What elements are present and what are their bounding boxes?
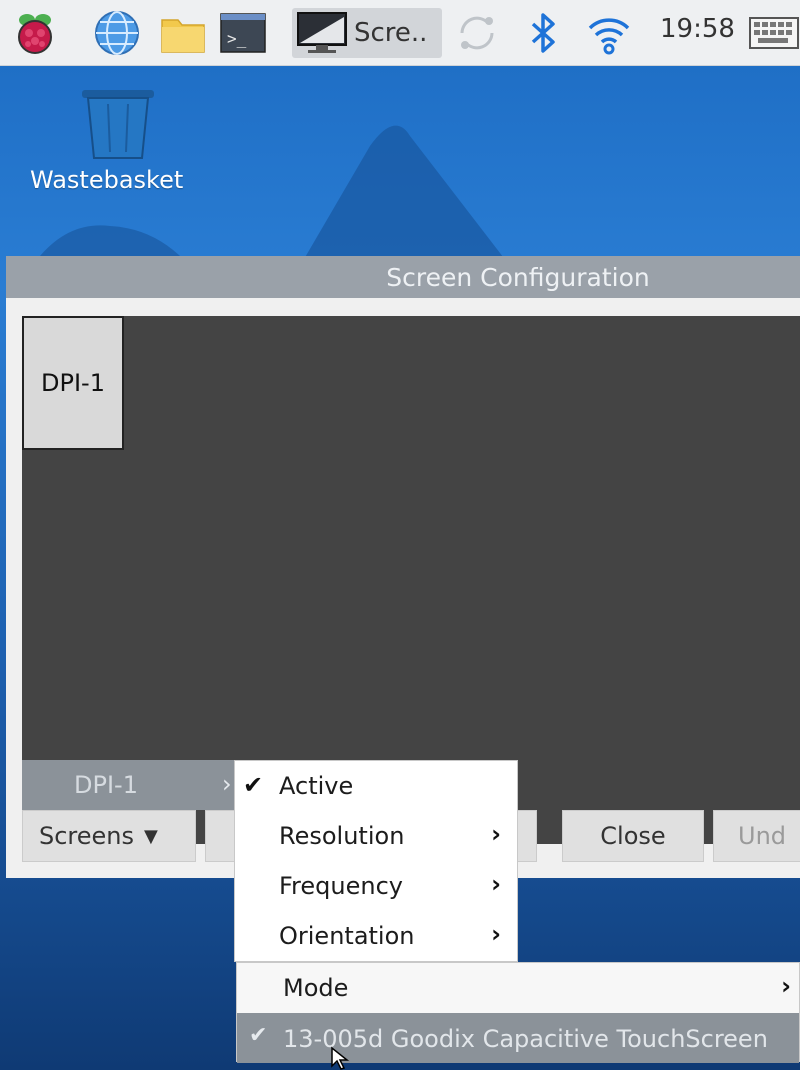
screens-menu-button[interactable]: Screens ▼ [22,810,196,862]
checkmark-icon: ✔ [249,1023,268,1048]
monitor-icon [297,12,347,53]
sync-icon[interactable] [452,8,502,58]
menu-item-label: Frequency [279,872,403,900]
dpi-1-submenu: ✔ Active Resolution › Frequency › Orient… [234,760,518,962]
screen-dpi-1[interactable]: DPI-1 [22,316,124,450]
menu-item-label: Orientation [279,922,415,950]
chevron-right-icon: › [491,820,501,848]
menu-item-mode[interactable]: Mode › [237,963,799,1013]
taskbar: >_ Scre.. 19:58 [0,0,800,66]
close-button[interactable]: Close [562,810,704,862]
raspberry-pi-menu-icon[interactable] [10,8,60,58]
taskbar-window-label: Scre.. [354,18,428,48]
menu-item-label: Mode [283,974,349,1002]
terminal-icon[interactable]: >_ [218,8,268,58]
window-titlebar[interactable]: Screen Configuration [6,256,800,298]
window-title: Screen Configuration [386,262,650,292]
wastebasket-desktop-item[interactable]: Wastebasket [30,88,190,194]
wallpaper-hill [40,225,180,256]
menu-item-label: 13-005d Goodix Capacitive TouchScreen [283,1025,768,1053]
close-button-label: Close [600,822,666,850]
trash-icon [82,90,154,159]
menu-item-frequency[interactable]: Frequency › [235,861,517,911]
wallpaper-mountain [300,125,510,266]
taskbar-window-button[interactable]: Scre.. [292,8,442,58]
chevron-right-icon: › [222,770,232,798]
caret-down-icon: ▼ [144,825,158,847]
chevron-right-icon: › [491,920,501,948]
screen-label: DPI-1 [41,369,105,397]
file-manager-icon[interactable] [158,8,208,58]
screens-menu: DPI-1 › [22,760,234,810]
menu-item-resolution[interactable]: Resolution › [235,811,517,861]
menu-item-label: Active [279,772,354,800]
menu-item-touchscreen[interactable]: ✔ 13-005d Goodix Capacitive TouchScreen [237,1013,799,1063]
bluetooth-icon[interactable] [518,8,568,58]
web-browser-icon[interactable] [92,8,142,58]
undo-button[interactable]: Und [713,810,800,862]
chevron-right-icon: › [491,870,501,898]
screens-button-label: Screens [39,822,135,850]
menu-item-active[interactable]: ✔ Active [235,761,517,811]
menu-item-label: Resolution [279,822,405,850]
mode-menu: Mode › ✔ 13-005d Goodix Capacitive Touch… [236,962,800,1063]
wastebasket-label: Wastebasket [30,166,184,194]
screens-menu-item-dpi-1[interactable]: DPI-1 › [22,760,234,810]
menu-item-orientation[interactable]: Orientation › [235,911,517,961]
keyboard-icon[interactable] [748,8,800,58]
checkmark-icon: ✔ [243,771,264,799]
mouse-cursor-icon [331,1046,350,1070]
clock[interactable]: 19:58 [660,14,735,44]
undo-button-label: Und [738,822,787,850]
chevron-right-icon: › [781,972,791,1000]
wifi-icon[interactable] [584,8,634,58]
svg-text:>_: >_ [227,29,247,48]
menu-item-label: DPI-1 [74,771,138,799]
